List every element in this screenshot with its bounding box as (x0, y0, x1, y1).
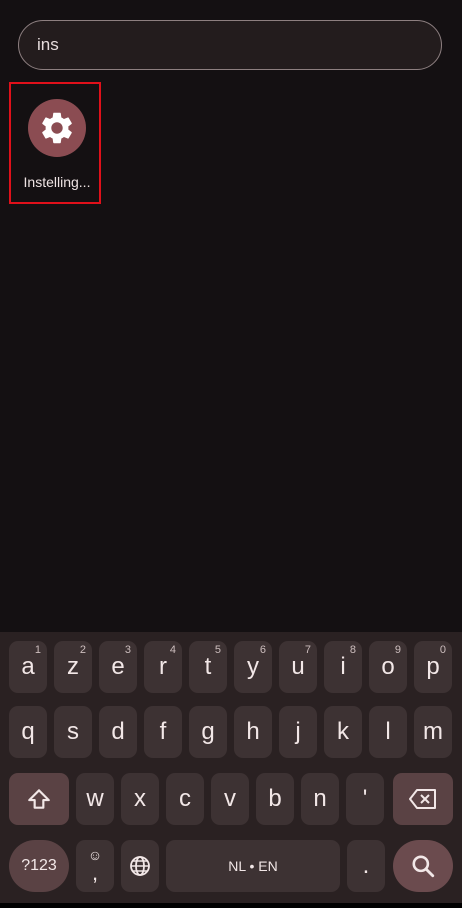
key-k[interactable]: k (324, 706, 362, 758)
key-z[interactable]: z2 (54, 641, 92, 693)
key-label: p (426, 653, 440, 680)
key-hint: 4 (169, 644, 176, 656)
key-label: r (159, 653, 167, 680)
key-label: a (21, 653, 35, 680)
key-o[interactable]: o9 (369, 641, 407, 693)
emoji-comma-key[interactable]: ☺ , (76, 840, 114, 892)
soft-keyboard: a1 z2 e3 r4 t5 y6 u7 i8 o9 p0 q s d f g … (0, 632, 462, 908)
key-u[interactable]: u7 (279, 641, 317, 693)
key-s[interactable]: s (54, 706, 92, 758)
key-label: i (340, 653, 346, 680)
key-r[interactable]: r4 (144, 641, 182, 693)
key-q[interactable]: q (9, 706, 47, 758)
shift-arrow-icon (28, 789, 50, 809)
search-icon (412, 855, 435, 878)
backspace-key[interactable] (393, 773, 453, 825)
key-x[interactable]: x (121, 773, 159, 825)
app-drawer: ins Instelling... (0, 0, 462, 632)
app-result-label: Instelling... (23, 174, 91, 190)
period-key[interactable]: . (347, 840, 385, 892)
key-c[interactable]: c (166, 773, 204, 825)
app-search-bar[interactable]: ins (18, 20, 442, 70)
search-action-key[interactable] (393, 840, 453, 892)
key-j[interactable]: j (279, 706, 317, 758)
key-hint: 8 (349, 644, 356, 656)
app-result-settings[interactable]: Instelling... (9, 82, 101, 204)
key-label: o (381, 653, 395, 680)
key-hint: 2 (79, 644, 86, 656)
navigation-gesture-bar (0, 903, 462, 908)
search-input[interactable]: ins (37, 35, 59, 55)
symbols-key[interactable]: ?123 (9, 840, 69, 892)
language-key[interactable] (121, 840, 159, 892)
key-a[interactable]: a1 (9, 641, 47, 693)
key-hint: 3 (124, 644, 131, 656)
key-apostrophe[interactable]: ' (346, 773, 384, 825)
key-g[interactable]: g (189, 706, 227, 758)
key-hint: 6 (259, 644, 266, 656)
settings-gear-icon[interactable] (28, 99, 86, 157)
globe-icon (130, 856, 150, 876)
shift-key[interactable] (9, 773, 69, 825)
key-label: e (111, 653, 125, 680)
key-label: y (247, 653, 259, 680)
key-label: t (204, 653, 212, 680)
key-n[interactable]: n (301, 773, 339, 825)
key-i[interactable]: i8 (324, 641, 362, 693)
key-y[interactable]: y6 (234, 641, 272, 693)
key-b[interactable]: b (256, 773, 294, 825)
key-p[interactable]: p0 (414, 641, 452, 693)
key-m[interactable]: m (414, 706, 452, 758)
key-hint: 9 (394, 644, 401, 656)
key-w[interactable]: w (76, 773, 114, 825)
key-hint: 7 (304, 644, 311, 656)
key-e[interactable]: e3 (99, 641, 137, 693)
key-d[interactable]: d (99, 706, 137, 758)
key-f[interactable]: f (144, 706, 182, 758)
key-h[interactable]: h (234, 706, 272, 758)
key-label: z (67, 653, 79, 680)
key-l[interactable]: l (369, 706, 407, 758)
space-bar[interactable]: NL • EN (166, 840, 340, 892)
key-v[interactable]: v (211, 773, 249, 825)
key-hint: 1 (34, 644, 41, 656)
key-hint: 0 (439, 644, 446, 656)
key-label: u (291, 653, 305, 680)
backspace-icon (409, 789, 436, 809)
key-hint: 5 (214, 644, 221, 656)
comma-label: , (91, 860, 99, 885)
key-t[interactable]: t5 (189, 641, 227, 693)
